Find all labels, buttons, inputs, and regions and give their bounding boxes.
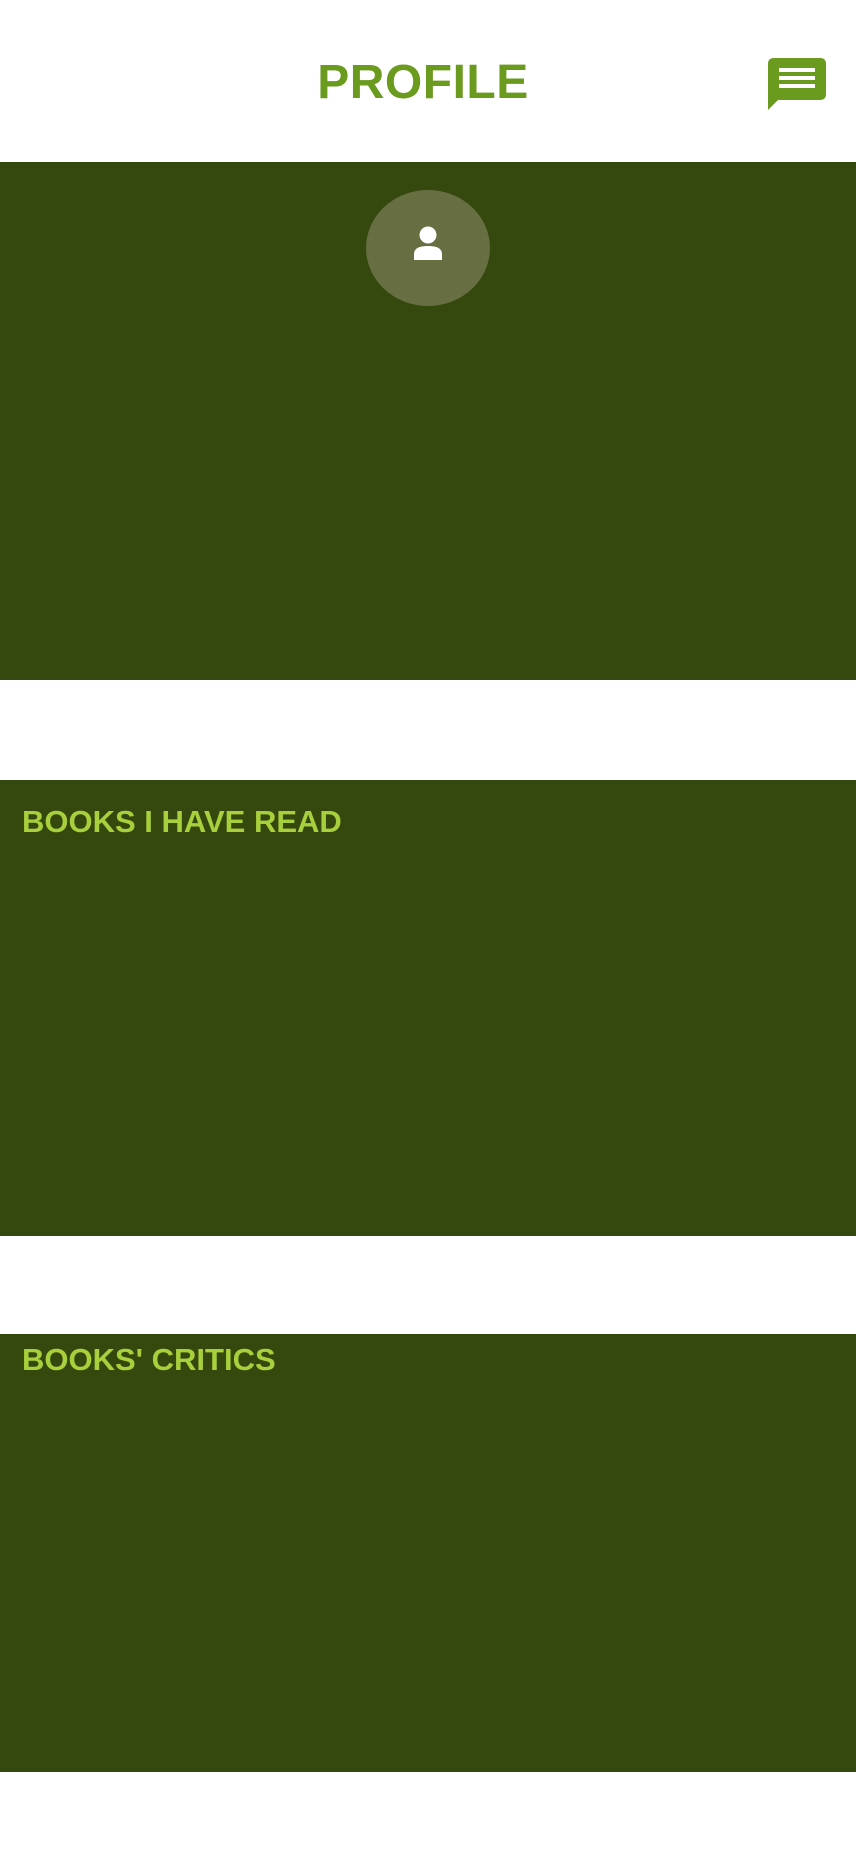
chat-menu-button[interactable] xyxy=(766,58,826,110)
page-title: PROFILE xyxy=(317,56,529,109)
books-read-title: BOOKS I HAVE READ xyxy=(22,804,342,839)
chat-menu-icon xyxy=(768,58,826,110)
app-header: PROFILE xyxy=(0,0,856,162)
books-critics-section: BOOKS' CRITICS xyxy=(0,1334,856,1772)
user-icon xyxy=(414,226,442,260)
profile-panel xyxy=(0,162,856,680)
books-read-section: BOOKS I HAVE READ xyxy=(0,780,856,1236)
avatar[interactable] xyxy=(366,190,490,306)
books-critics-title: BOOKS' CRITICS xyxy=(22,1342,276,1377)
